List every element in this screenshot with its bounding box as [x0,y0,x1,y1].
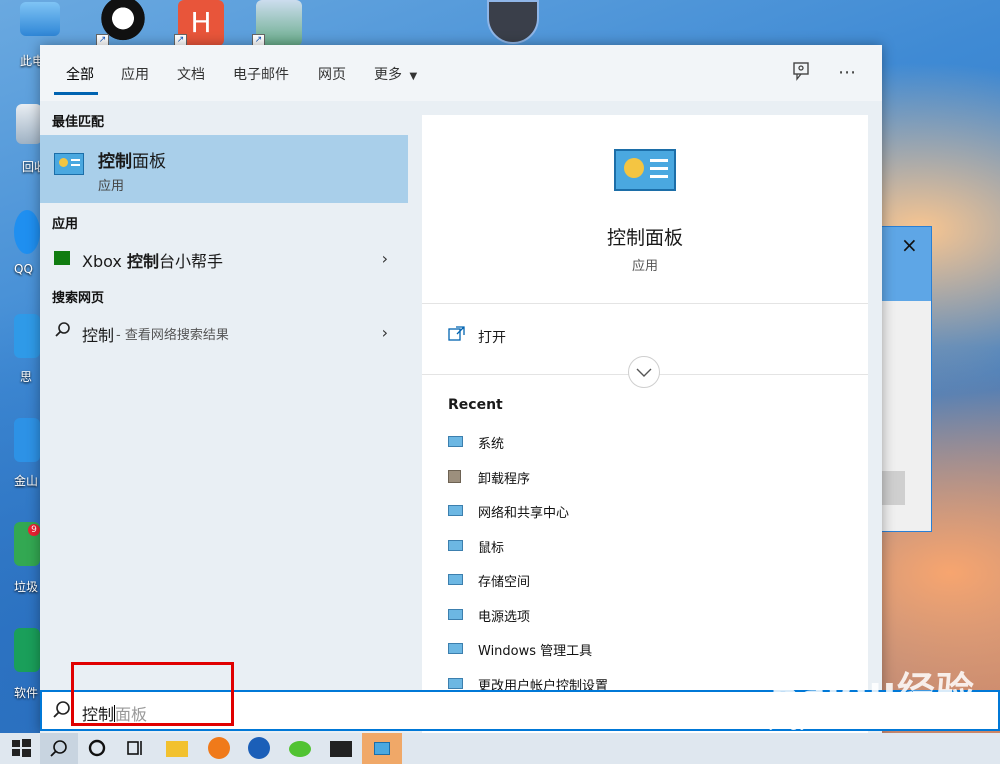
divider [422,303,868,304]
chevron-down-icon: ▼ [409,71,418,82]
xbox-bold: 控制 [126,252,159,271]
list-item-web-search[interactable]: 控制 - 查看网络搜索结果 › [40,315,408,351]
search-icon [52,700,72,724]
desktop-label-think: 思 [20,370,33,384]
kingsoft-icon[interactable] [14,418,40,462]
tab-web[interactable]: 网页 [318,64,346,84]
close-icon[interactable]: × [901,233,918,257]
chevron-right-icon[interactable]: › [382,249,388,268]
preview-title: 控制面板 [606,227,683,249]
xbox-prefix: Xbox [82,252,127,271]
active-tab-indicator [54,92,98,95]
best-match-title-bold: 控制 [98,152,132,172]
search-icon [54,321,72,343]
search-panel: 全部 应用 文档 电子邮件 网页 更多 ▼ ⋯ 最佳匹配 控制面板 应用 应用 [40,45,882,733]
xbox-item-label: Xbox 控制台小帮手 [82,248,223,272]
tab-documents[interactable]: 文档 [177,64,205,84]
tab-apps[interactable]: 应用 [121,64,149,84]
taskbar-search-button[interactable] [40,733,78,764]
more-options-icon[interactable]: ⋯ [835,61,859,85]
preview-pane: 控制面板 应用 打开 Recent 系统 卸载程序 网络和共享中心 鼠标 存储空… [422,115,868,733]
feedback-icon[interactable] [790,61,814,85]
programs-icon [448,470,461,483]
watermark: Baidu经验 jingyan.baidu.com [770,660,975,731]
list-item-xbox[interactable]: Xbox 控制台小帮手 › [40,241,408,277]
tab-email[interactable]: 电子邮件 [233,64,289,84]
watermark-brand: Baidu经验 [770,669,975,713]
recent-heading: Recent [448,397,503,413]
cloud-app-icon[interactable] [14,314,40,358]
terminal-icon[interactable] [330,741,352,757]
background-dialog: × [880,226,932,532]
control-panel-icon [54,153,84,175]
section-web: 搜索网页 [52,291,105,306]
taskbar [0,733,1000,764]
control-panel-small-icon [448,540,463,551]
control-panel-large-icon [614,149,676,191]
section-apps: 应用 [52,217,79,232]
xbox-suffix: 台小帮手 [158,252,223,271]
windows-start-icon[interactable] [10,737,32,759]
browser-icon[interactable] [208,737,230,759]
this-pc-icon[interactable] [20,2,60,36]
control-panel-small-icon [448,574,463,585]
web-search-hint: - 查看网络搜索结果 [116,328,229,343]
task-view-icon[interactable] [124,737,146,759]
best-match-title-rest: 面板 [132,152,166,172]
control-panel-small-icon [448,678,463,689]
desktop-label-qq: QQ [14,262,33,276]
media-player-icon[interactable] [248,737,270,759]
desktop-label-kingsoft: 金山 [14,474,39,488]
control-panel-small-icon [448,609,463,620]
dialog-button[interactable] [881,471,905,505]
best-match-type: 应用 [98,179,125,194]
tab-more-label: 更多 [374,67,402,83]
desktop-label-trash: 垃圾 [14,580,39,594]
tab-more[interactable]: 更多 ▼ [374,64,417,84]
cortana-icon[interactable] [86,737,108,759]
open-action[interactable]: 打开 [448,325,648,349]
control-panel-small-icon [448,505,463,516]
notification-badge: 9 [28,524,40,536]
filter-tabs-bar: 全部 应用 文档 电子邮件 网页 更多 ▼ ⋯ [40,45,882,101]
xbox-icon [54,251,70,265]
watermark-url: jingyan.baidu.com [770,715,917,731]
highlight-annotation [71,662,234,726]
recycle-bin-icon[interactable] [16,104,42,144]
control-panel-small-icon [448,643,463,654]
open-icon [448,325,466,345]
wechat-icon[interactable] [289,741,311,757]
file-explorer-icon[interactable] [166,741,188,757]
best-match-item[interactable]: 控制面板 应用 [40,135,408,203]
control-panel-taskbar-button[interactable] [362,733,402,764]
desktop-label-software: 软件 [14,686,39,700]
expand-button[interactable] [628,356,660,388]
results-list: 最佳匹配 控制面板 应用 应用 Xbox 控制台小帮手 › 搜索网页 控制 - … [40,101,408,733]
control-panel-small-icon [374,742,390,755]
web-search-query: 控制 [82,326,115,345]
qq-music-icon[interactable] [14,210,40,254]
section-best-match: 最佳匹配 [52,115,105,130]
chevron-down-icon [636,368,652,377]
open-label: 打开 [478,330,506,346]
preview-type: 应用 [631,259,658,274]
best-match-title: 控制面板 [98,147,166,172]
software-manager-icon[interactable] [14,628,40,672]
tab-all[interactable]: 全部 [66,64,94,84]
search-icon [50,740,67,757]
control-panel-small-icon [448,436,463,447]
chevron-right-icon[interactable]: › [382,323,388,342]
